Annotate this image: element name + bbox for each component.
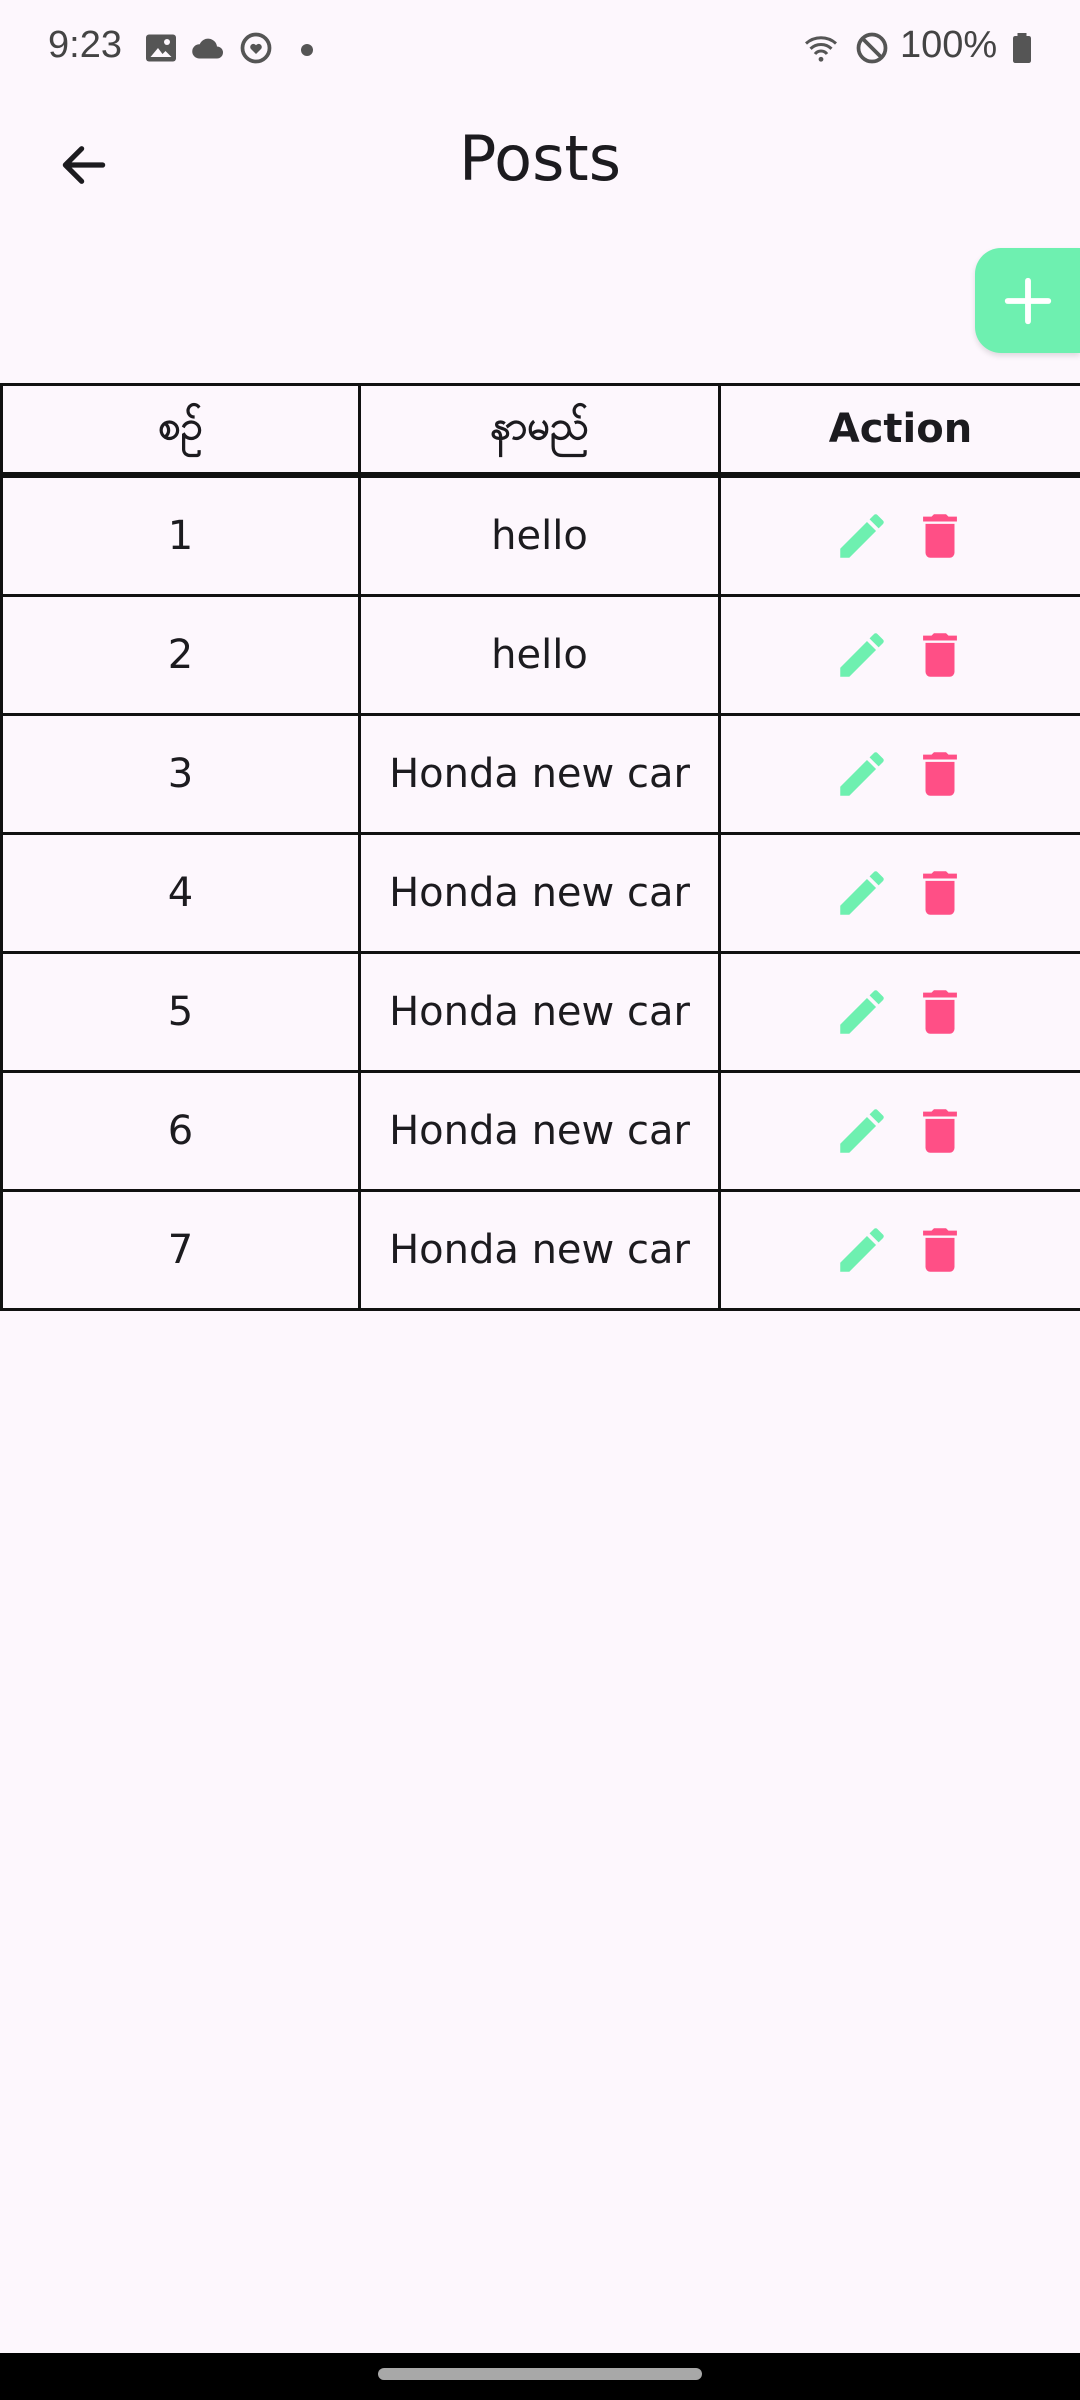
row-actions	[718, 1070, 1080, 1192]
edit-button[interactable]	[832, 744, 892, 804]
pencil-icon	[839, 871, 884, 915]
pencil-icon	[839, 514, 884, 558]
row-name: hello	[358, 473, 721, 597]
table-row: 6 Honda new car	[0, 1070, 1080, 1192]
navigation-bar	[0, 2353, 1080, 2400]
edit-button[interactable]	[832, 1220, 892, 1280]
row-actions	[718, 594, 1080, 716]
table-header-row: စဥ် နာမည် Action	[0, 383, 1080, 478]
trash-icon	[922, 1109, 957, 1153]
plus-icon	[1004, 277, 1051, 324]
table-row: 2 hello	[0, 594, 1080, 716]
home-gesture-handle[interactable]	[378, 2368, 702, 2380]
pencil-icon	[839, 752, 884, 796]
row-actions	[718, 473, 1080, 597]
header-index: စဥ်	[0, 383, 361, 478]
row-index: 3	[0, 713, 361, 835]
pencil-icon	[839, 633, 884, 677]
table-row: 5 Honda new car	[0, 951, 1080, 1073]
trash-icon	[922, 1228, 957, 1272]
delete-button[interactable]	[910, 1220, 970, 1280]
delete-button[interactable]	[910, 744, 970, 804]
edit-button[interactable]	[832, 1101, 892, 1161]
row-actions	[718, 951, 1080, 1073]
sync-heart-icon	[240, 32, 272, 64]
row-index: 5	[0, 951, 361, 1073]
row-index: 7	[0, 1189, 361, 1311]
edit-button[interactable]	[832, 506, 892, 566]
page-title: Posts	[458, 122, 622, 195]
row-index: 1	[0, 473, 361, 597]
battery-percentage: 100%	[900, 24, 998, 66]
delete-button[interactable]	[910, 982, 970, 1042]
row-name: hello	[358, 594, 721, 716]
cloud-icon	[192, 38, 223, 59]
row-actions	[718, 1189, 1080, 1311]
status-time: 9:23	[48, 24, 122, 66]
delete-button[interactable]	[910, 1101, 970, 1161]
edit-button[interactable]	[832, 625, 892, 685]
row-index: 6	[0, 1070, 361, 1192]
wifi-icon	[805, 36, 837, 62]
image-icon	[146, 34, 176, 62]
row-index: 2	[0, 594, 361, 716]
trash-icon	[922, 752, 957, 796]
posts-table: စဥ် နာမည် Action 1 hello 2 hello 3 Honda new …	[0, 383, 1080, 1311]
table-row: 3 Honda new car	[0, 713, 1080, 835]
row-index: 4	[0, 832, 361, 954]
row-name: Honda new car	[358, 832, 721, 954]
app-bar: Posts	[0, 100, 1080, 230]
trash-icon	[922, 871, 957, 915]
table-row: 4 Honda new car	[0, 832, 1080, 954]
trash-icon	[922, 990, 957, 1034]
table-row: 1 hello	[0, 473, 1080, 597]
do-not-disturb-icon	[856, 32, 888, 64]
row-actions	[718, 713, 1080, 835]
row-name: Honda new car	[358, 713, 721, 835]
status-bar: 9:23 100%	[0, 0, 1080, 100]
row-name: Honda new car	[358, 951, 721, 1073]
trash-icon	[922, 514, 957, 558]
delete-button[interactable]	[910, 625, 970, 685]
header-action: Action	[718, 383, 1080, 478]
delete-button[interactable]	[910, 863, 970, 923]
delete-button[interactable]	[910, 506, 970, 566]
row-name: Honda new car	[358, 1189, 721, 1311]
pencil-icon	[839, 1109, 884, 1153]
table-row: 7 Honda new car	[0, 1189, 1080, 1311]
add-post-button[interactable]	[975, 248, 1080, 353]
pencil-icon	[839, 990, 884, 1034]
pencil-icon	[839, 1228, 884, 1272]
header-name: နာမည်	[358, 383, 721, 478]
edit-button[interactable]	[832, 863, 892, 923]
battery-icon	[1013, 33, 1031, 63]
notification-dot	[301, 44, 313, 56]
row-name: Honda new car	[358, 1070, 721, 1192]
trash-icon	[922, 633, 957, 677]
edit-button[interactable]	[832, 982, 892, 1042]
row-actions	[718, 832, 1080, 954]
